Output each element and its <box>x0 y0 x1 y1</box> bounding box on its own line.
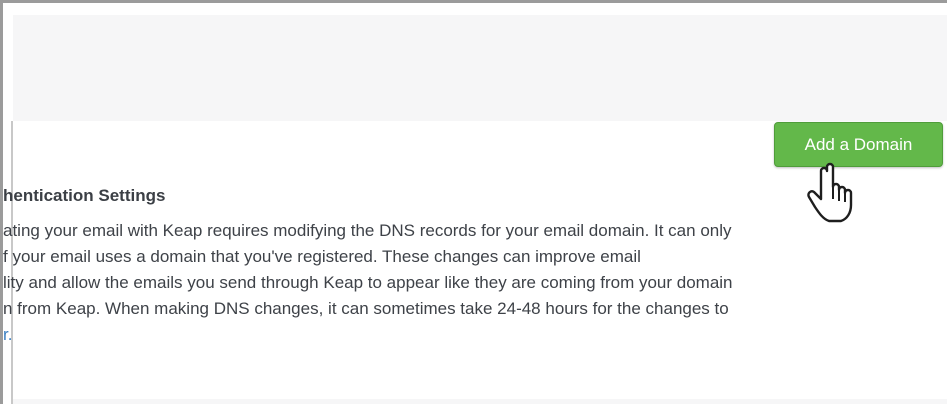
description-line-2: f your email uses a domain that you've r… <box>3 247 641 266</box>
footer-band <box>13 399 947 404</box>
app-window: Add a Domain hentication Settings ating … <box>0 0 947 404</box>
learn-more-link[interactable]: r. <box>3 325 12 344</box>
description-line-3: lity and allow the emails you send throu… <box>3 273 733 292</box>
description-line-1: ating your email with Keap requires modi… <box>3 221 732 240</box>
header-band <box>13 15 947 121</box>
section-title: hentication Settings <box>3 186 166 205</box>
description-line-5: r. <box>3 323 12 347</box>
add-domain-button[interactable]: Add a Domain <box>774 122 943 167</box>
description-line-4: n from Keap. When making DNS changes, it… <box>3 299 729 318</box>
